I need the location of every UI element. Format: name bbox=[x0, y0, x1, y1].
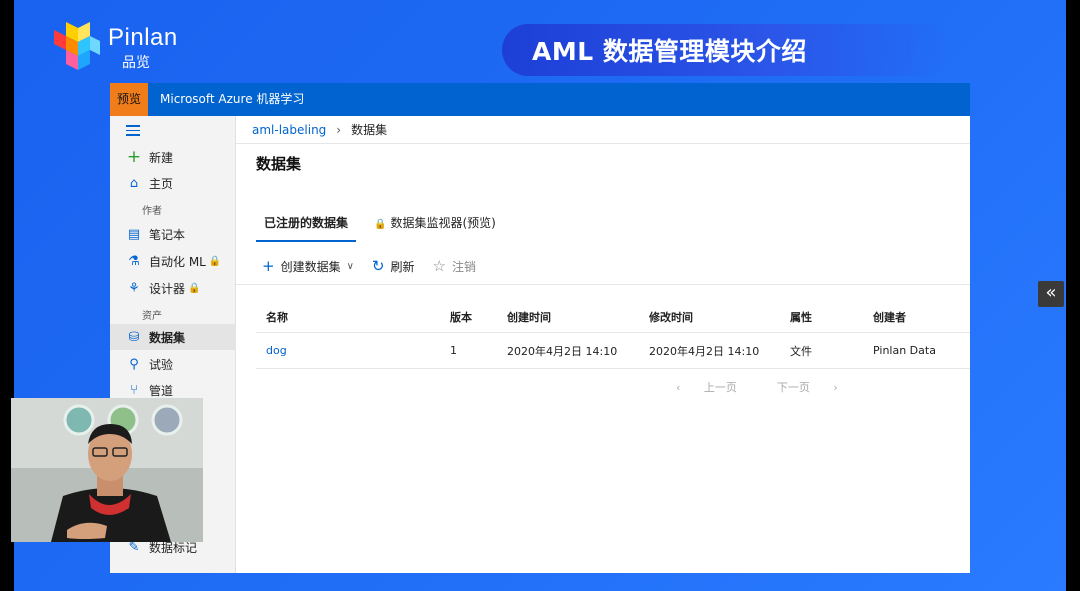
chevron-right-icon: › bbox=[829, 381, 838, 394]
presenter-webcam-video bbox=[11, 398, 203, 542]
prev-page-button[interactable]: ‹ 上一页 bbox=[676, 379, 757, 395]
pinlan-logo: Pinlan 品览 bbox=[52, 18, 212, 76]
notebook-icon: ▤ bbox=[127, 226, 141, 242]
nav-item-experiments[interactable]: ⚲ 试验 bbox=[110, 351, 236, 377]
flask-icon: ⚲ bbox=[129, 356, 139, 372]
table-header: 名称 版本 创建时间 修改时间 属性 创建者 bbox=[256, 301, 970, 333]
lock-icon: 🔒 bbox=[374, 219, 387, 230]
create-dataset-label: 创建数据集 bbox=[280, 259, 341, 274]
chevron-down-icon: ∨ bbox=[346, 260, 354, 272]
preview-badge: 预览 bbox=[110, 83, 148, 116]
pagination: ‹ 上一页 下一页 › bbox=[676, 379, 878, 395]
section-label-author: 作者 bbox=[142, 206, 162, 217]
next-page-button[interactable]: 下一页 › bbox=[777, 379, 858, 395]
app-title[interactable]: Microsoft Azure 机器学习 bbox=[160, 83, 304, 116]
tab-dataset-monitors[interactable]: 🔒 数据集监视器(预览) bbox=[366, 212, 504, 242]
dataset-icon: ⛁ bbox=[128, 329, 140, 345]
collapse-panel-button[interactable]: « bbox=[1038, 281, 1064, 307]
top-bar: 预览 Microsoft Azure 机器学习 bbox=[110, 83, 970, 116]
toolbar: + 创建数据集 ∨ ↻ 刷新 ☆ 注销 bbox=[262, 255, 494, 277]
breadcrumb: aml-labeling › 数据集 bbox=[236, 116, 970, 144]
star-icon: ☆ bbox=[432, 257, 446, 275]
chevron-right-icon: › bbox=[336, 122, 342, 137]
header-modified[interactable]: 修改时间 bbox=[649, 301, 693, 332]
dataset-modified: 2020年4月2日 14:10 bbox=[649, 344, 760, 358]
nav-item-home[interactable]: ⌂ 主页 bbox=[110, 170, 236, 196]
main-content: aml-labeling › 数据集 数据集 已注册的数据集 🔒 数据集监视器(预… bbox=[236, 116, 970, 573]
unregister-button[interactable]: ☆ 注销 bbox=[433, 257, 476, 275]
refresh-icon: ↻ bbox=[371, 257, 385, 275]
nav-item-label: 管道 bbox=[149, 383, 174, 398]
hamburger-menu-icon[interactable] bbox=[126, 125, 140, 139]
presenter-figure-image bbox=[11, 398, 203, 542]
nav-item-label: 新建 bbox=[149, 150, 174, 165]
slide-title: AML 数据管理模块介绍 bbox=[532, 37, 807, 66]
dataset-name-link[interactable]: dog bbox=[266, 333, 287, 368]
header-name[interactable]: 名称 bbox=[266, 301, 288, 332]
plus-icon: + bbox=[262, 257, 275, 275]
dataset-version: 1 bbox=[450, 344, 457, 357]
dataset-created: 2020年4月2日 14:10 bbox=[507, 344, 618, 358]
plus-icon: + bbox=[126, 147, 142, 167]
unregister-label: 注销 bbox=[451, 259, 476, 274]
header-created[interactable]: 创建时间 bbox=[507, 301, 551, 332]
pipeline-icon: ⑂ bbox=[130, 382, 138, 398]
dataset-properties: 文件 bbox=[790, 344, 812, 358]
azure-ml-window: 预览 Microsoft Azure 机器学习 + 新建 ⌂ 主页 作者 ▤ 笔… bbox=[110, 83, 970, 573]
logo-wordmark: Pinlan bbox=[108, 24, 178, 51]
nav-item-automl[interactable]: ⚗ 自动化 ML 🔒 bbox=[110, 248, 236, 274]
create-dataset-button[interactable]: + 创建数据集 ∨ bbox=[262, 257, 354, 275]
designer-icon: ⚘ bbox=[128, 280, 140, 296]
section-label-assets: 资产 bbox=[142, 311, 162, 322]
chevron-left-icon: ‹ bbox=[676, 381, 684, 394]
nav-item-label: 试验 bbox=[149, 357, 174, 372]
next-page-label: 下一页 bbox=[776, 381, 810, 394]
nav-item-datasets[interactable]: ⛁ 数据集 bbox=[110, 324, 236, 350]
lock-icon: 🔒 bbox=[188, 282, 201, 294]
page-title: 数据集 bbox=[256, 155, 302, 173]
datasets-table: 名称 版本 创建时间 修改时间 属性 创建者 dog 1 2020年4月2日 1… bbox=[256, 301, 970, 369]
header-properties[interactable]: 属性 bbox=[790, 301, 812, 332]
lock-icon: 🔒 bbox=[208, 255, 222, 267]
prev-page-label: 上一页 bbox=[703, 381, 737, 394]
nav-item-label: 设计器 bbox=[149, 281, 186, 296]
tab-label: 数据集监视器(预览) bbox=[390, 216, 496, 230]
refresh-button[interactable]: ↻ 刷新 bbox=[372, 257, 415, 275]
nav-item-designer[interactable]: ⚘ 设计器 🔒 bbox=[110, 275, 236, 301]
tab-registered-datasets[interactable]: 已注册的数据集 bbox=[256, 212, 357, 242]
toolbar-divider bbox=[236, 284, 970, 285]
dataset-creator: Pinlan Data bbox=[873, 344, 936, 357]
breadcrumb-current: 数据集 bbox=[351, 123, 388, 137]
breadcrumb-workspace-link[interactable]: aml-labeling bbox=[252, 123, 326, 137]
automl-icon: ⚗ bbox=[128, 253, 140, 269]
nav-item-label: 数据集 bbox=[149, 330, 186, 345]
table-row[interactable]: dog 1 2020年4月2日 14:10 2020年4月2日 14:10 文件… bbox=[256, 333, 970, 369]
logo-subtitle: 品览 bbox=[122, 55, 150, 71]
dataset-tabs: 已注册的数据集 🔒 数据集监视器(预览) bbox=[256, 212, 514, 242]
nav-item-label: 笔记本 bbox=[149, 227, 186, 242]
header-version[interactable]: 版本 bbox=[450, 301, 472, 332]
refresh-label: 刷新 bbox=[390, 259, 415, 274]
nav-item-notebooks[interactable]: ▤ 笔记本 bbox=[110, 221, 236, 247]
cube-logo-icon bbox=[54, 22, 100, 70]
nav-item-label: 主页 bbox=[149, 176, 174, 191]
header-creator[interactable]: 创建者 bbox=[873, 301, 906, 332]
nav-item-label: 自动化 ML bbox=[149, 254, 206, 269]
nav-item-new[interactable]: + 新建 bbox=[110, 144, 236, 170]
home-icon: ⌂ bbox=[129, 175, 139, 191]
